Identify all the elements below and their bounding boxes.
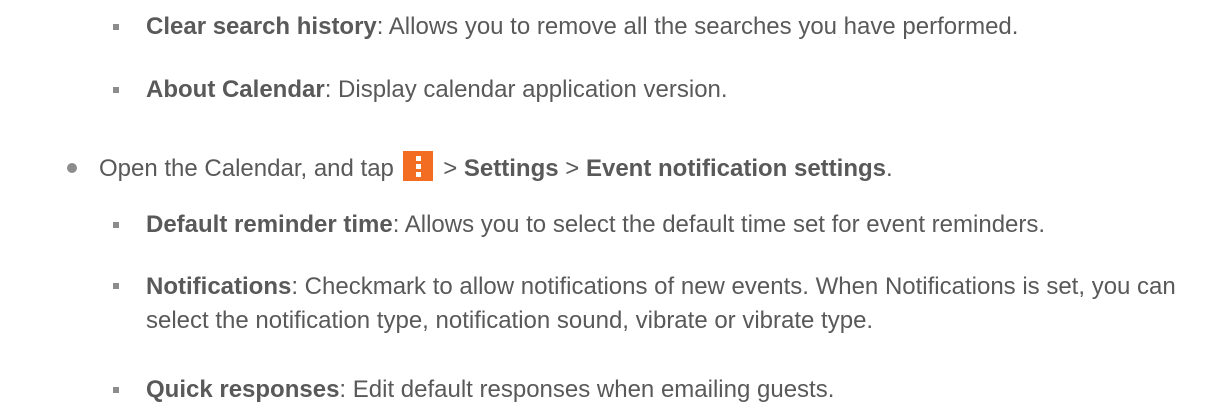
list-item-text: About Calendar: Display calendar applica… — [146, 74, 728, 106]
square-bullet-icon — [113, 87, 119, 93]
square-bullet-icon — [113, 24, 119, 30]
round-bullet-icon — [67, 163, 77, 173]
term-label: About Calendar — [146, 76, 325, 103]
term-description: : Edit default responses when emailing g… — [339, 376, 835, 403]
step-end: . — [886, 155, 893, 182]
list-item-text: Quick responses: Edit default responses … — [146, 374, 834, 406]
more-vertical-menu-icon — [402, 151, 433, 181]
term-description: : Display calendar application version. — [324, 76, 728, 103]
step-prefix: Open the Calendar, and tap — [99, 155, 394, 182]
list-item-open-calendar-step: Open the Calendar, and tap > Settings > … — [0, 140, 1212, 190]
step-separator: > — [558, 155, 586, 182]
term-label: Quick responses — [146, 376, 340, 403]
square-bullet-icon — [113, 222, 119, 228]
list-item-text: Default reminder time: Allows you to sel… — [146, 209, 1045, 241]
list-item-text: Notifications: Checkmark to allow notifi… — [146, 270, 1186, 338]
step-text: Open the Calendar, and tap > Settings > … — [99, 151, 893, 185]
list-item-clear-search-history: Clear search history: Allows you to remo… — [0, 0, 1212, 50]
list-item-default-reminder-time: Default reminder time: Allows you to sel… — [0, 200, 1212, 250]
document-page: Clear search history: Allows you to remo… — [0, 0, 1212, 413]
settings-label: Settings — [463, 155, 559, 182]
list-item-notifications: Notifications: Checkmark to allow notifi… — [0, 252, 1212, 342]
list-item-quick-responses: Quick responses: Edit default responses … — [0, 360, 1212, 410]
step-separator: > — [436, 155, 464, 182]
term-description: : Allows you to remove all the searches … — [376, 13, 1019, 40]
square-bullet-icon — [113, 283, 119, 289]
list-item-text: Clear search history: Allows you to remo… — [146, 11, 1018, 43]
term-label: Notifications — [146, 273, 292, 300]
square-bullet-icon — [113, 387, 119, 393]
term-label: Default reminder time — [146, 211, 393, 238]
term-description: : Allows you to select the default time … — [392, 211, 1046, 238]
term-description: : Checkmark to allow notifications of ne… — [146, 273, 1176, 334]
event-notification-settings-label: Event notification settings — [585, 155, 886, 182]
term-label: Clear search history — [146, 13, 377, 40]
list-item-about-calendar: About Calendar: Display calendar applica… — [0, 50, 1212, 103]
